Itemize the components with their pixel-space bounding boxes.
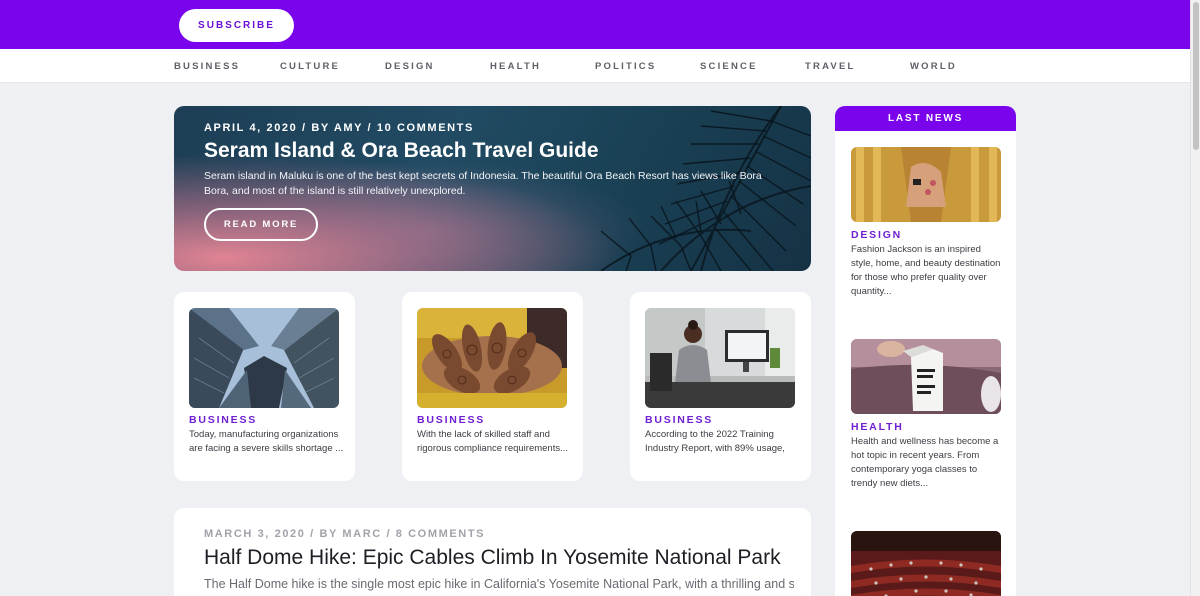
post-title[interactable]: Half Dome Hike: Epic Cables Climb In Yos… [204,546,781,570]
nav-item-design[interactable]: DESIGN [385,61,435,72]
nav-item-world[interactable]: WORLD [910,61,957,72]
parliament-image[interactable] [851,531,1001,596]
sidebar-excerpt: Health and wellness has become a hot top… [851,436,999,489]
sidebar-excerpt: Fashion Jackson is an inspired style, ho… [851,244,1001,297]
hero-title[interactable]: Seram Island & Ora Beach Travel Guide [204,139,599,163]
article-card[interactable]: BUSINESS According to the 2022 Training … [630,292,811,481]
read-more-button[interactable]: READ MORE [204,208,318,241]
subscribe-button[interactable]: SUBSCRIBE [179,9,294,42]
article-post[interactable]: MARCH 3, 2020 / BY MARC / 8 COMMENTS Hal… [174,508,811,596]
article-card[interactable]: BUSINESS Today, manufacturing organizati… [174,292,355,481]
fashion-image[interactable] [851,147,1001,222]
henna-hands-image[interactable] [417,308,567,408]
featured-article[interactable]: APRIL 4, 2020 / BY AMY / 10 COMMENTS Ser… [174,106,811,271]
sidebar-category[interactable]: DESIGN [851,229,1001,241]
post-excerpt: The Half Dome hike is the single most ep… [204,577,794,591]
sidebar-category[interactable]: HEALTH [851,421,1001,433]
skyscrapers-image[interactable] [189,308,339,408]
category-nav: BUSINESS CULTURE DESIGN HEALTH POLITICS … [0,49,1190,83]
sidebar-news-item[interactable]: DESIGN Fashion Jackson is an inspired st… [851,147,1001,299]
post-meta: MARCH 3, 2020 / BY MARC / 8 COMMENTS [204,528,486,540]
card-excerpt: According to the 2022 Training Industry … [645,429,785,454]
yoga-image[interactable] [851,339,1001,414]
card-category[interactable]: BUSINESS [645,414,713,426]
nav-item-science[interactable]: SCIENCE [700,61,758,72]
page-scrollbar[interactable] [1190,0,1200,596]
office-worker-image[interactable] [645,308,795,408]
nav-item-business[interactable]: BUSINESS [174,61,240,72]
card-category[interactable]: BUSINESS [189,414,257,426]
card-excerpt: With the lack of skilled staff and rigor… [417,429,569,454]
nav-item-politics[interactable]: POLITICS [595,61,656,72]
card-excerpt: Today, manufacturing organizations are f… [189,429,344,454]
hero-excerpt: Seram island in Maluku is one of the bes… [204,170,762,197]
sidebar-news-item[interactable] [851,531,1001,596]
sidebar-news-item[interactable]: HEALTH Health and wellness has become a … [851,339,1001,491]
scrollbar-thumb[interactable] [1193,2,1199,150]
last-news-sidebar: LAST NEWS DESIGN Fashion Jackson is an i… [835,106,1016,596]
card-category[interactable]: BUSINESS [417,414,485,426]
sidebar-title: LAST NEWS [835,106,1016,131]
article-card[interactable]: BUSINESS With the lack of skilled staff … [402,292,583,481]
nav-item-health[interactable]: HEALTH [490,61,541,72]
top-bar: SUBSCRIBE [0,0,1190,49]
hero-meta: APRIL 4, 2020 / BY AMY / 10 COMMENTS [204,122,474,134]
nav-item-travel[interactable]: TRAVEL [805,61,856,72]
nav-item-culture[interactable]: CULTURE [280,61,340,72]
